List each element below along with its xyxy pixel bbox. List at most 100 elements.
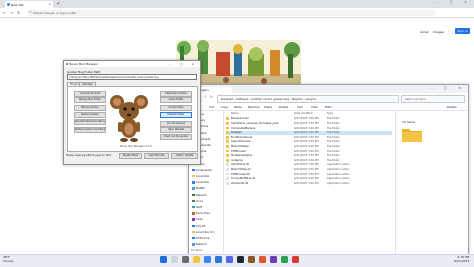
taskbar-clock[interactable]: 4:16 PM 6/21/2023 <box>454 255 469 263</box>
file-row[interactable]: MainIntHelp.dll 6/21/2023 3:56 PM Applicat… <box>226 167 392 172</box>
reinstall-mods-button[interactable]: Reinstall Mods from Backup <box>74 118 106 125</box>
restore-goober-button[interactable]: Restore Goober <box>74 111 106 118</box>
app-taskbar-icon[interactable] <box>259 256 266 263</box>
app-taskbar-icon-4[interactable] <box>292 256 299 263</box>
nav-item-label: This PC <box>196 224 206 228</box>
install-update-button[interactable]: Install / Update <box>171 153 198 160</box>
steam-taskbar-icon[interactable] <box>237 256 244 263</box>
disable-mods-button[interactable]: Disable Mods <box>119 153 142 160</box>
mod-manager-taskbar-icon[interactable] <box>248 256 255 263</box>
nav-item[interactable]: Some Files <box>192 212 210 215</box>
restore-goober-backup-button[interactable]: Restore Goober from Backup <box>74 126 106 133</box>
mod-manager-window-controls[interactable]: – ▢ × <box>169 62 198 66</box>
apps-grid-icon[interactable]: ⋮⋮ <box>446 29 454 34</box>
discord-taskbar-icon[interactable] <box>226 256 233 263</box>
explorer-refresh-icon[interactable]: ↻ <box>210 95 213 99</box>
app-taskbar-icon-2[interactable] <box>270 256 277 263</box>
file-row[interactable]: CallraFolds.dll 6/21/2023 3:56 PM Applicat… <box>226 163 392 167</box>
new-tab-button[interactable]: + <box>56 1 60 7</box>
cmd-details-button[interactable]: Details <box>447 105 457 109</box>
view-mod-info-button[interactable]: View Mod info <box>144 153 169 160</box>
nav-item-icon <box>192 168 195 172</box>
backup-goober-button[interactable]: Backup Goober <box>74 104 106 111</box>
open-website-button[interactable]: Open Website <box>160 126 192 133</box>
folder-path-field[interactable]: C:\Program Files (x86)\Steam\steamapps\c… <box>67 74 197 80</box>
reload-icon[interactable]: ↻ <box>17 10 20 15</box>
nav-item[interactable]: DVD Drive <box>192 237 209 240</box>
column-header-date[interactable]: Date modified <box>294 112 312 115</box>
cmd-rename-icon[interactable]: Rename <box>248 105 259 109</box>
file-date: 6/21/2023 3:56 PM <box>294 177 319 181</box>
nav-item[interactable]: Screenshots <box>192 168 212 172</box>
explorer-up-icon[interactable]: ↑ <box>204 95 207 99</box>
explorer-window-controls[interactable]: – ▢ × <box>431 86 466 90</box>
app-taskbar-icon-3[interactable] <box>281 256 288 263</box>
sign-in-button[interactable]: Sign in <box>455 28 470 34</box>
file-row[interactable]: LeJeuxMouseon 6/21/2023 3:56 PM File folde… <box>226 140 392 144</box>
nav-item[interactable]: Code <box>192 218 203 222</box>
browser-window-controls[interactable]: – ▢ × <box>437 0 472 4</box>
file-row[interactable]: EnvMoCreatures 6/21/2023 3:56 PM File fold… <box>226 135 392 139</box>
cmd-view-button[interactable]: View <box>311 105 318 109</box>
backup-mod-folder-button[interactable]: Backup Mod Folder <box>74 96 106 103</box>
task-view-icon[interactable] <box>182 256 189 263</box>
cmd-cut-icon[interactable]: Cut <box>209 105 214 109</box>
nav-item[interactable]: Stuff <box>192 206 202 209</box>
file-row[interactable]: DataJam 6/21/2023 3:56 PM File folder <box>226 130 392 135</box>
nav-item[interactable]: Network <box>192 193 207 197</box>
folder-icon <box>226 121 230 125</box>
images-link[interactable]: Images <box>433 30 444 34</box>
cmd-filter-button[interactable]: Filter <box>325 105 332 109</box>
cmd-share-icon[interactable]: Share <box>264 105 272 109</box>
game-folder-button[interactable]: Game Folder <box>160 96 192 103</box>
back-icon[interactable]: ← <box>3 10 6 15</box>
file-row[interactable]: CompositeMarkers 6/21/2023 3:56 PM File fo… <box>226 126 392 130</box>
folder-icon <box>226 131 230 134</box>
chrome-taskbar-icon[interactable] <box>204 256 211 263</box>
forward-icon[interactable]: → <box>10 10 13 15</box>
tab-close-icon[interactable]: × <box>48 2 51 6</box>
check-goober-button[interactable]: Check out the goober <box>160 133 192 140</box>
gmail-link[interactable]: Gmail <box>420 30 429 34</box>
folder-icon <box>226 135 230 139</box>
search-icon[interactable] <box>171 256 178 263</box>
file-date: 6/21/2023 3:56 PM <box>294 181 319 185</box>
taskbar-weather[interactable]: 48°F Cloudy <box>3 255 13 263</box>
file-row[interactable]: TimmyStuffPlus.dll 6/21/2023 3:56 PM Appli… <box>226 177 392 181</box>
cmd-sort-button[interactable]: Sort <box>297 105 303 109</box>
edge-taskbar-icon[interactable] <box>215 256 222 263</box>
nav-item[interactable]: Local Disk <box>192 181 209 184</box>
file-row[interactable]: WoodenSt.dll 6/21/2023 3:56 PM Application… <box>226 181 392 185</box>
omnibox-input[interactable]: G Search Google or type a URL <box>27 9 435 16</box>
folder-icon <box>226 126 230 130</box>
file-row[interactable]: CallraFolds_removes_formlable_pack 6/21/2… <box>226 121 392 126</box>
explorer-preview-pane: 16 items <box>395 110 469 254</box>
nav-item[interactable]: MAPPA <box>192 187 205 191</box>
nav-item[interactable]: Linux <box>192 199 203 203</box>
file-explorer-taskbar-icon[interactable] <box>193 256 200 263</box>
column-header-type[interactable]: Type <box>327 112 333 115</box>
file-row[interactable]: Bluespectrum 6/21/2023 3:56 PM File folder <box>226 117 392 121</box>
file-row[interactable]: MainIntHelper 6/21/2023 3:56 PM File folde… <box>226 144 392 149</box>
file-row[interactable]: TIMPLoader.dll 6/21/2023 3:56 PM Applicati… <box>226 172 392 176</box>
browser-tab-new-tab[interactable]: New Tab × <box>5 1 53 8</box>
start-windows-icon[interactable] <box>160 256 167 263</box>
file-row[interactable]: nodeploy 6/21/2023 3:56 PM File folder <box>226 158 392 162</box>
config-folder-button[interactable]: Config Folder <box>160 104 192 111</box>
folder-icon <box>226 149 230 153</box>
cmd-copy-icon[interactable]: Copy <box>221 105 228 109</box>
nav-item[interactable]: This PC <box>192 224 206 228</box>
cmd-delete-icon[interactable]: Delete <box>279 105 288 109</box>
column-header-name[interactable]: Name <box>231 112 239 115</box>
file-date: 6/21/2023 3:56 PM <box>294 131 319 135</box>
nav-item[interactable]: Local Disk <box>192 175 209 178</box>
file-row[interactable]: ModGameStyles 6/21/2023 3:56 PM File folde… <box>226 154 392 158</box>
file-type: Application exten <box>327 181 350 185</box>
cmd-paste-icon[interactable]: Paste <box>234 105 242 109</box>
nav-item[interactable]: Network <box>192 243 207 246</box>
nav-item-label: Network <box>196 243 207 247</box>
nav-item[interactable]: Local Disk (C:) <box>192 230 215 234</box>
file-type: File folder <box>327 135 340 139</box>
mapinfo-folder-button[interactable]: Mapinfo Folder <box>160 111 192 118</box>
file-row[interactable]: TIMPLoader 6/21/2023 3:56 PM File folder <box>226 149 392 153</box>
